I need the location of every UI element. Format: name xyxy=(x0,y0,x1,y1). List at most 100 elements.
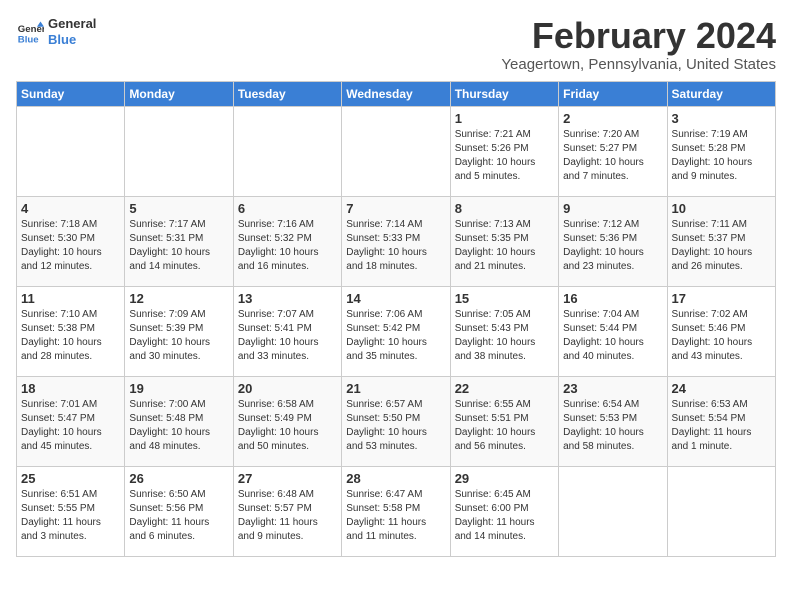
day-info: Sunrise: 7:00 AM Sunset: 5:48 PM Dayligh… xyxy=(129,398,228,454)
day-info: Sunrise: 7:19 AM Sunset: 5:28 PM Dayligh… xyxy=(672,128,771,184)
calendar-cell: 25Sunrise: 6:51 AM Sunset: 5:55 PM Dayli… xyxy=(17,466,125,556)
day-info: Sunrise: 7:06 AM Sunset: 5:42 PM Dayligh… xyxy=(346,308,445,364)
calendar-week-row: 18 Sunrise: 7:01 AM Sunset: 5:47 PM Dayli… xyxy=(17,376,776,466)
day-info: Sunrise: 7:14 AM Sunset: 5:33 PM Dayligh… xyxy=(346,218,445,274)
day-number: 6 xyxy=(238,201,337,216)
day-number: 24 xyxy=(672,381,771,396)
day-number: 22 xyxy=(455,381,554,396)
logo-general: General xyxy=(48,16,96,32)
day-info: Sunrise: 6:53 AM Sunset: 5:54 PM Dayligh… xyxy=(672,398,771,454)
day-info: Sunrise: 7:21 AM Sunset: 5:26 PM Dayligh… xyxy=(455,128,554,184)
day-info: Sunrise: 7:04 AM Sunset: 5:44 PM Dayligh… xyxy=(563,308,662,364)
calendar-cell: 28 Sunrise: 6:47 AM Sunset: 5:58 PM Dayli… xyxy=(342,466,450,556)
calendar-cell: 29 Sunrise: 6:45 AM Sunset: 6:00 PM Dayli… xyxy=(450,466,558,556)
day-number: 28 xyxy=(346,471,445,486)
day-number: 14 xyxy=(346,291,445,306)
calendar-cell: 23Sunrise: 6:54 AM Sunset: 5:53 PM Dayli… xyxy=(559,376,667,466)
day-info: Sunrise: 6:45 AM Sunset: 6:00 PM Dayligh… xyxy=(455,488,554,544)
day-info: Sunrise: 6:57 AM Sunset: 5:50 PM Dayligh… xyxy=(346,398,445,454)
day-number: 18 xyxy=(21,381,120,396)
calendar-cell: 7 Sunrise: 7:14 AM Sunset: 5:33 PM Daylig… xyxy=(342,196,450,286)
day-of-week-header: Monday xyxy=(125,81,233,106)
calendar-cell: 14 Sunrise: 7:06 AM Sunset: 5:42 PM Dayli… xyxy=(342,286,450,376)
logo-blue: Blue xyxy=(48,32,96,48)
day-of-week-header: Tuesday xyxy=(233,81,341,106)
day-info: Sunrise: 6:47 AM Sunset: 5:58 PM Dayligh… xyxy=(346,488,445,544)
calendar-cell: 1 Sunrise: 7:21 AM Sunset: 5:26 PM Daylig… xyxy=(450,106,558,196)
day-of-week-header: Thursday xyxy=(450,81,558,106)
calendar-cell xyxy=(342,106,450,196)
day-info: Sunrise: 7:13 AM Sunset: 5:35 PM Dayligh… xyxy=(455,218,554,274)
day-info: Sunrise: 7:20 AM Sunset: 5:27 PM Dayligh… xyxy=(563,128,662,184)
day-info: Sunrise: 7:11 AM Sunset: 5:37 PM Dayligh… xyxy=(672,218,771,274)
day-info: Sunrise: 7:07 AM Sunset: 5:41 PM Dayligh… xyxy=(238,308,337,364)
day-number: 7 xyxy=(346,201,445,216)
calendar-cell: 19 Sunrise: 7:00 AM Sunset: 5:48 PM Dayli… xyxy=(125,376,233,466)
calendar-cell: 9Sunrise: 7:12 AM Sunset: 5:36 PM Daylig… xyxy=(559,196,667,286)
day-number: 3 xyxy=(672,111,771,126)
day-info: Sunrise: 7:18 AM Sunset: 5:30 PM Dayligh… xyxy=(21,218,120,274)
calendar-cell: 27 Sunrise: 6:48 AM Sunset: 5:57 PM Dayli… xyxy=(233,466,341,556)
day-info: Sunrise: 7:12 AM Sunset: 5:36 PM Dayligh… xyxy=(563,218,662,274)
day-number: 25 xyxy=(21,471,120,486)
calendar-cell: 8 Sunrise: 7:13 AM Sunset: 5:35 PM Daylig… xyxy=(450,196,558,286)
calendar-cell: 26 Sunrise: 6:50 AM Sunset: 5:56 PM Dayli… xyxy=(125,466,233,556)
day-number: 29 xyxy=(455,471,554,486)
day-info: Sunrise: 7:02 AM Sunset: 5:46 PM Dayligh… xyxy=(672,308,771,364)
day-info: Sunrise: 7:09 AM Sunset: 5:39 PM Dayligh… xyxy=(129,308,228,364)
day-info: Sunrise: 6:55 AM Sunset: 5:51 PM Dayligh… xyxy=(455,398,554,454)
day-number: 26 xyxy=(129,471,228,486)
day-number: 4 xyxy=(21,201,120,216)
day-number: 1 xyxy=(455,111,554,126)
calendar-cell: 13 Sunrise: 7:07 AM Sunset: 5:41 PM Dayli… xyxy=(233,286,341,376)
day-number: 10 xyxy=(672,201,771,216)
day-number: 21 xyxy=(346,381,445,396)
calendar-cell xyxy=(667,466,775,556)
day-number: 20 xyxy=(238,381,337,396)
calendar-cell: 15Sunrise: 7:05 AM Sunset: 5:43 PM Dayli… xyxy=(450,286,558,376)
svg-text:Blue: Blue xyxy=(18,34,39,45)
calendar-cell: 11 Sunrise: 7:10 AM Sunset: 5:38 PM Dayli… xyxy=(17,286,125,376)
calendar-cell: 24 Sunrise: 6:53 AM Sunset: 5:54 PM Dayli… xyxy=(667,376,775,466)
day-number: 17 xyxy=(672,291,771,306)
day-number: 23 xyxy=(563,381,662,396)
calendar-cell xyxy=(559,466,667,556)
day-number: 15 xyxy=(455,291,554,306)
calendar-cell: 22 Sunrise: 6:55 AM Sunset: 5:51 PM Dayli… xyxy=(450,376,558,466)
calendar-subtitle: Yeagertown, Pennsylvania, United States xyxy=(501,56,776,73)
calendar-cell: 16 Sunrise: 7:04 AM Sunset: 5:44 PM Dayli… xyxy=(559,286,667,376)
calendar-table: SundayMondayTuesdayWednesdayThursdayFrid… xyxy=(16,81,776,557)
calendar-cell xyxy=(125,106,233,196)
logo: General Blue General Blue xyxy=(16,16,96,47)
day-number: 19 xyxy=(129,381,228,396)
calendar-week-row: 4 Sunrise: 7:18 AM Sunset: 5:30 PM Daylig… xyxy=(17,196,776,286)
day-number: 11 xyxy=(21,291,120,306)
day-info: Sunrise: 7:10 AM Sunset: 5:38 PM Dayligh… xyxy=(21,308,120,364)
day-number: 5 xyxy=(129,201,228,216)
calendar-header-row: SundayMondayTuesdayWednesdayThursdayFrid… xyxy=(17,81,776,106)
day-info: Sunrise: 6:58 AM Sunset: 5:49 PM Dayligh… xyxy=(238,398,337,454)
day-number: 2 xyxy=(563,111,662,126)
day-info: Sunrise: 6:48 AM Sunset: 5:57 PM Dayligh… xyxy=(238,488,337,544)
calendar-cell: 10 Sunrise: 7:11 AM Sunset: 5:37 PM Dayli… xyxy=(667,196,775,286)
day-of-week-header: Friday xyxy=(559,81,667,106)
day-of-week-header: Sunday xyxy=(17,81,125,106)
calendar-cell: 5 Sunrise: 7:17 AM Sunset: 5:31 PM Daylig… xyxy=(125,196,233,286)
calendar-week-row: 11 Sunrise: 7:10 AM Sunset: 5:38 PM Dayli… xyxy=(17,286,776,376)
day-number: 13 xyxy=(238,291,337,306)
calendar-cell: 18 Sunrise: 7:01 AM Sunset: 5:47 PM Dayli… xyxy=(17,376,125,466)
calendar-cell: 20 Sunrise: 6:58 AM Sunset: 5:49 PM Dayli… xyxy=(233,376,341,466)
day-number: 8 xyxy=(455,201,554,216)
day-info: Sunrise: 7:01 AM Sunset: 5:47 PM Dayligh… xyxy=(21,398,120,454)
day-number: 16 xyxy=(563,291,662,306)
calendar-cell: 2 Sunrise: 7:20 AM Sunset: 5:27 PM Daylig… xyxy=(559,106,667,196)
title-block: February 2024 Yeagertown, Pennsylvania, … xyxy=(501,16,776,73)
calendar-cell: 21 Sunrise: 6:57 AM Sunset: 5:50 PM Dayli… xyxy=(342,376,450,466)
day-info: Sunrise: 6:50 AM Sunset: 5:56 PM Dayligh… xyxy=(129,488,228,544)
day-of-week-header: Wednesday xyxy=(342,81,450,106)
day-number: 27 xyxy=(238,471,337,486)
calendar-title: February 2024 xyxy=(501,16,776,56)
calendar-cell: 6Sunrise: 7:16 AM Sunset: 5:32 PM Daylig… xyxy=(233,196,341,286)
day-info: Sunrise: 7:17 AM Sunset: 5:31 PM Dayligh… xyxy=(129,218,228,274)
day-of-week-header: Saturday xyxy=(667,81,775,106)
